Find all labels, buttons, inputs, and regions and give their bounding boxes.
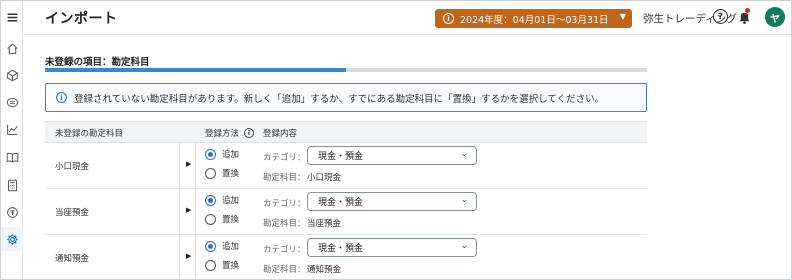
account-label: 勘定科目： [263,265,306,275]
book-icon[interactable] [4,149,20,165]
header-unregistered: 未登録の勘定科目 [55,129,124,139]
account-name: 当座預金 [55,208,90,218]
notice-text: 登録されていない勘定科目があります。新しく「追加」するか、すでにある勘定科目に「… [74,93,605,105]
category-label: カテゴリ： [263,245,306,255]
radio-button-selected[interactable] [205,240,216,252]
chevron-down-icon: ⌄ [460,195,468,205]
avatar[interactable]: ヤ [765,7,785,27]
category-select[interactable]: 現金・預金 ⌄ [307,146,477,165]
account-name: 小口現金 [55,162,90,172]
table-row: 通知預金 ▶ 追加 置換 カテゴリ： 現金・預金 ⌄ 勘定科目： 通知預金 [45,235,647,279]
menu-icon[interactable] [4,9,20,25]
radio-replace-label: 置換 [222,261,240,271]
info-icon: i [443,13,454,24]
radio-add-label: 追加 [222,150,240,160]
category-value: 現金・預金 [318,152,364,162]
radio-button-selected[interactable] [205,194,216,206]
info-icon: i [56,92,67,103]
radio-button[interactable] [205,213,216,225]
radio-add-label: 追加 [222,242,240,252]
account-label: 勘定科目： [263,173,306,183]
radio-add[interactable]: 追加 [205,194,239,206]
category-value: 現金・預金 [318,198,364,208]
category-label: カテゴリ： [263,199,306,209]
radio-add[interactable]: 追加 [205,240,239,252]
category-value: 現金・預金 [318,244,364,254]
notification-badge [745,8,750,13]
header-content: 登録内容 [263,129,298,139]
app-frame: インポート i 2024年度：04月01日〜03月31日 ▼ 弥生トレーディング… [0,0,792,280]
calculator-icon[interactable] [4,177,20,193]
caret-right-icon[interactable]: ▶ [186,206,191,214]
header-method: 登録方法 i [205,127,255,139]
radio-button[interactable] [205,167,216,179]
table-header: 未登録の勘定科目 登録方法 i 登録内容 [45,122,647,143]
transaction-icon[interactable] [4,94,20,110]
header-method-label: 登録方法 [205,129,240,139]
progress-fill [45,68,346,72]
radio-replace[interactable]: 置換 [205,167,239,179]
radio-replace-label: 置換 [222,215,240,225]
home-icon[interactable] [4,40,20,56]
radio-add[interactable]: 追加 [205,148,239,160]
tax-icon[interactable] [4,204,20,220]
category-select[interactable]: 現金・預金 ⌄ [307,238,477,257]
table-row: 小口現金 ▶ 追加 置換 カテゴリ： 現金・預金 ⌄ 勘定科目： 小口現金 [45,143,647,189]
chevron-down-icon: ▼ [619,12,626,21]
table-row: 当座預金 ▶ 追加 置換 カテゴリ： 現金・預金 ⌄ 勘定科目： 当座預金 [45,189,647,235]
page-title: インポート [45,11,118,27]
fiscal-period-button[interactable]: i 2024年度：04月01日〜03月31日 ▼ [435,9,632,28]
cube-icon[interactable] [4,67,20,83]
progress-bar [45,68,647,72]
category-select[interactable]: 現金・預金 ⌄ [307,192,477,211]
help-icon[interactable]: ? [713,9,728,24]
gear-icon[interactable] [4,231,20,247]
info-icon[interactable]: i [244,128,255,138]
unregistered-accounts-table: 未登録の勘定科目 登録方法 i 登録内容 小口現金 ▶ 追加 置換 カテゴリ： … [45,121,647,279]
account-name: 通知預金 [55,254,90,264]
section-title: 未登録の項目：勘定科目 [45,57,150,68]
chevron-down-icon: ⌄ [460,149,468,159]
radio-button[interactable] [205,259,216,271]
account-value: 小口現金 [307,173,342,183]
account-value: 通知預金 [307,265,342,275]
sidebar [1,1,23,279]
chart-line-icon[interactable] [4,121,20,137]
radio-button-selected[interactable] [205,148,216,160]
account-label: 勘定科目： [263,219,306,229]
fiscal-period-label: 2024年度：04月01日〜03月31日 [460,14,609,26]
radio-add-label: 追加 [222,196,240,206]
radio-replace[interactable]: 置換 [205,259,239,271]
radio-replace-label: 置換 [222,169,240,179]
header-bar: インポート i 2024年度：04月01日〜03月31日 ▼ 弥生トレーディング… [23,1,791,35]
caret-right-icon[interactable]: ▶ [186,160,191,168]
account-value: 当座預金 [307,219,342,229]
category-label: カテゴリ： [263,153,306,163]
chevron-down-icon: ⌄ [460,241,468,251]
radio-replace[interactable]: 置換 [205,213,239,225]
caret-right-icon[interactable]: ▶ [186,252,191,260]
notice-banner: i 登録されていない勘定科目があります。新しく「追加」するか、すでにある勘定科目… [45,83,647,112]
